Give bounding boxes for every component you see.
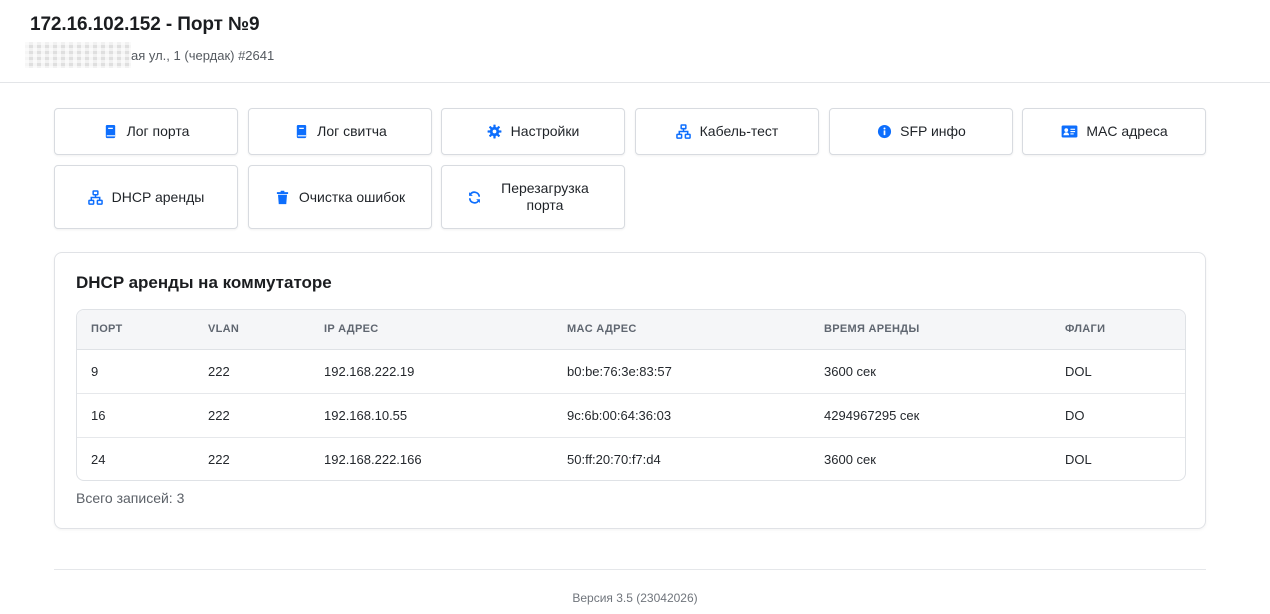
cell-flags: DO <box>1065 407 1085 423</box>
switch-log-label: Лог свитча <box>317 123 387 139</box>
book-icon <box>103 124 119 140</box>
redacted-address-block <box>25 42 131 68</box>
switch-log-button[interactable]: Лог свитча <box>248 108 432 155</box>
version-text: Версия 3.5 (23042026) <box>572 591 698 605</box>
cable-test-label: Кабель-тест <box>699 123 779 139</box>
clear-errors-button[interactable]: Очистка ошибок <box>248 165 432 229</box>
mac-addresses-label: MAC адреса <box>1086 123 1168 139</box>
column-header-ip: IP АДРЕС <box>310 310 553 350</box>
address-text: ая ул., 1 (чердак) #2641 <box>131 47 275 63</box>
clear-errors-label: Очистка ошибок <box>298 188 406 205</box>
cell-mac: 50:ff:20:70:f7:d4 <box>567 451 661 467</box>
total-records: Всего записей: 3 <box>76 490 185 506</box>
info-icon <box>876 124 892 140</box>
trash-icon <box>275 189 291 205</box>
port-reboot-button[interactable]: Перезагрузка порта <box>441 165 625 229</box>
sfp-info-button[interactable]: SFP инфо <box>829 108 1013 155</box>
column-header-mac: MAC АДРЕС <box>553 310 810 350</box>
cell-ip: 192.168.10.55 <box>324 407 408 423</box>
cell-vlan: 222 <box>208 363 230 379</box>
cell-ip: 192.168.222.166 <box>324 451 422 467</box>
cell-lease-time: 3600 сек <box>824 451 876 467</box>
cell-lease-time: 3600 сек <box>824 363 876 379</box>
cell-mac: b0:be:76:3e:83:57 <box>567 363 672 379</box>
cell-flags: DOL <box>1065 451 1092 467</box>
gear-icon <box>487 124 503 140</box>
network-icon <box>88 189 104 205</box>
column-header-port: ПОРТ <box>77 310 194 350</box>
dhcp-leases-table: ПОРТ VLAN IP АДРЕС MAC АДРЕС ВРЕМЯ АРЕНД… <box>77 310 1185 480</box>
settings-label: Настройки <box>510 123 580 139</box>
dhcp-leases-label: DHCP аренды <box>111 188 205 205</box>
cable-test-button[interactable]: Кабель-тест <box>635 108 819 155</box>
cell-vlan: 222 <box>208 407 230 423</box>
dhcp-table-wrapper: ПОРТ VLAN IP АДРЕС MAC АДРЕС ВРЕМЯ АРЕНД… <box>76 309 1186 481</box>
cell-mac: 9c:6b:00:64:36:03 <box>567 407 672 423</box>
page-title: 172.16.102.152 - Порт №9 <box>30 14 260 35</box>
page-header: 172.16.102.152 - Порт №9 ая ул., 1 (черд… <box>0 0 1270 83</box>
cell-port: 9 <box>91 363 99 379</box>
port-log-label: Лог порта <box>126 123 190 139</box>
refresh-icon <box>466 189 482 205</box>
port-reboot-label: Перезагрузка порта <box>501 180 589 213</box>
address-line: ая ул., 1 (чердак) #2641 <box>25 42 274 68</box>
page: 172.16.102.152 - Порт №9 ая ул., 1 (черд… <box>0 0 1270 614</box>
network-icon <box>676 124 692 140</box>
sfp-info-label: SFP инфо <box>900 123 966 139</box>
mac-addresses-button[interactable]: MAC адреса <box>1022 108 1206 155</box>
cell-port: 24 <box>91 451 106 467</box>
dhcp-leases-card: DHCP аренды на коммутаторе ПОРТ VLAN IP … <box>54 252 1206 529</box>
column-header-lease-time: ВРЕМЯ АРЕНДЫ <box>810 310 1051 350</box>
footer-divider <box>54 569 1206 570</box>
table-row: 9 222 192.168.222.19 b0:be:76:3e:83:57 3… <box>77 349 1185 393</box>
column-header-vlan: VLAN <box>194 310 310 350</box>
book-icon <box>293 124 309 140</box>
cell-vlan: 222 <box>208 451 230 467</box>
column-header-flags: ФЛАГИ <box>1051 310 1185 350</box>
table-header-row: ПОРТ VLAN IP АДРЕС MAC АДРЕС ВРЕМЯ АРЕНД… <box>77 310 1185 350</box>
cell-ip: 192.168.222.19 <box>324 363 415 379</box>
dhcp-leases-button[interactable]: DHCP аренды <box>54 165 238 229</box>
card-title: DHCP аренды на коммутаторе <box>76 273 332 292</box>
table-row: 16 222 192.168.10.55 9c:6b:00:64:36:03 4… <box>77 393 1185 437</box>
settings-button[interactable]: Настройки <box>441 108 625 155</box>
cell-port: 16 <box>91 407 106 423</box>
cell-flags: DOL <box>1065 363 1092 379</box>
id-card-icon <box>1060 124 1078 140</box>
cell-lease-time: 4294967295 сек <box>824 407 920 423</box>
port-log-button[interactable]: Лог порта <box>54 108 238 155</box>
table-row: 24 222 192.168.222.166 50:ff:20:70:f7:d4… <box>77 437 1185 480</box>
